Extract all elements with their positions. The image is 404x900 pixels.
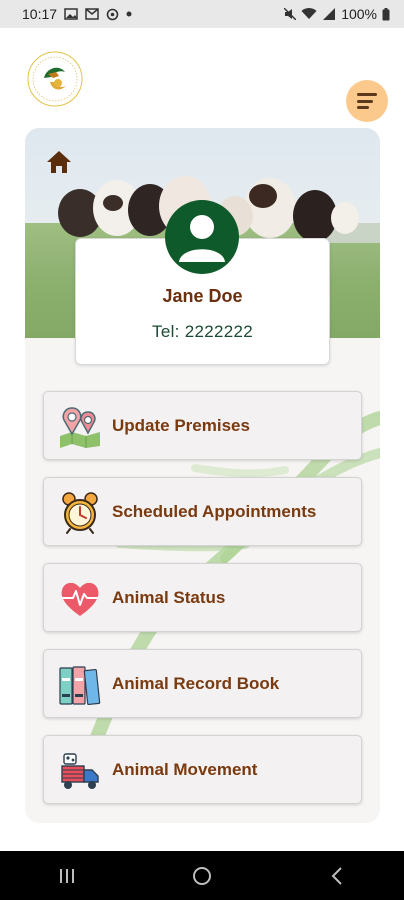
menu-item-label: Update Premises: [112, 416, 250, 435]
home-nav-button[interactable]: [182, 861, 222, 891]
books-icon: [58, 664, 102, 706]
truck-icon: [58, 750, 102, 792]
animal-movement-button[interactable]: Animal Movement: [43, 735, 362, 804]
system-navigation-bar: [0, 851, 404, 900]
mute-icon: [284, 8, 297, 20]
alarm-clock-icon: [58, 492, 102, 534]
image-icon: [64, 8, 78, 20]
menu-item-label: Scheduled Appointments: [112, 502, 317, 521]
status-bar: 10:17 100%: [0, 0, 404, 28]
app-logo: [26, 50, 84, 108]
back-button[interactable]: [317, 861, 357, 891]
app-header: [0, 28, 404, 124]
profile-name: Jane Doe: [162, 286, 243, 306]
menu-item-label: Animal Status: [112, 588, 226, 607]
battery-icon: [382, 7, 390, 21]
map-pin-icon: [58, 406, 102, 448]
battery-percent: 100%: [341, 6, 377, 22]
dot-icon: [126, 11, 132, 17]
update-premises-button[interactable]: Update Premises: [43, 391, 362, 460]
profile-phone: Tel: 2222222: [152, 322, 253, 341]
signal-icon: [322, 8, 336, 20]
menu-icon: [357, 93, 377, 96]
animal-status-button[interactable]: Animal Status: [43, 563, 362, 632]
home-icon[interactable]: [46, 150, 72, 174]
mail-icon: [85, 8, 99, 20]
hamburger-menu-button[interactable]: [346, 80, 388, 122]
menu-item-label: Animal Record Book: [112, 674, 280, 693]
animal-record-book-button[interactable]: Animal Record Book: [43, 649, 362, 718]
back-chevron-icon: [331, 866, 342, 885]
home-circle-icon: [192, 866, 211, 885]
avatar: [165, 200, 239, 274]
scheduled-appointments-button[interactable]: Scheduled Appointments: [43, 477, 362, 546]
heart-pulse-icon: [58, 578, 102, 620]
wifi-icon: [301, 8, 317, 20]
recents-button[interactable]: [47, 861, 87, 891]
recents-icon: [60, 868, 75, 883]
status-time: 10:17: [22, 6, 58, 22]
user-icon: [179, 215, 225, 262]
menu-item-label: Animal Movement: [112, 760, 258, 779]
sync-icon: [106, 8, 119, 21]
